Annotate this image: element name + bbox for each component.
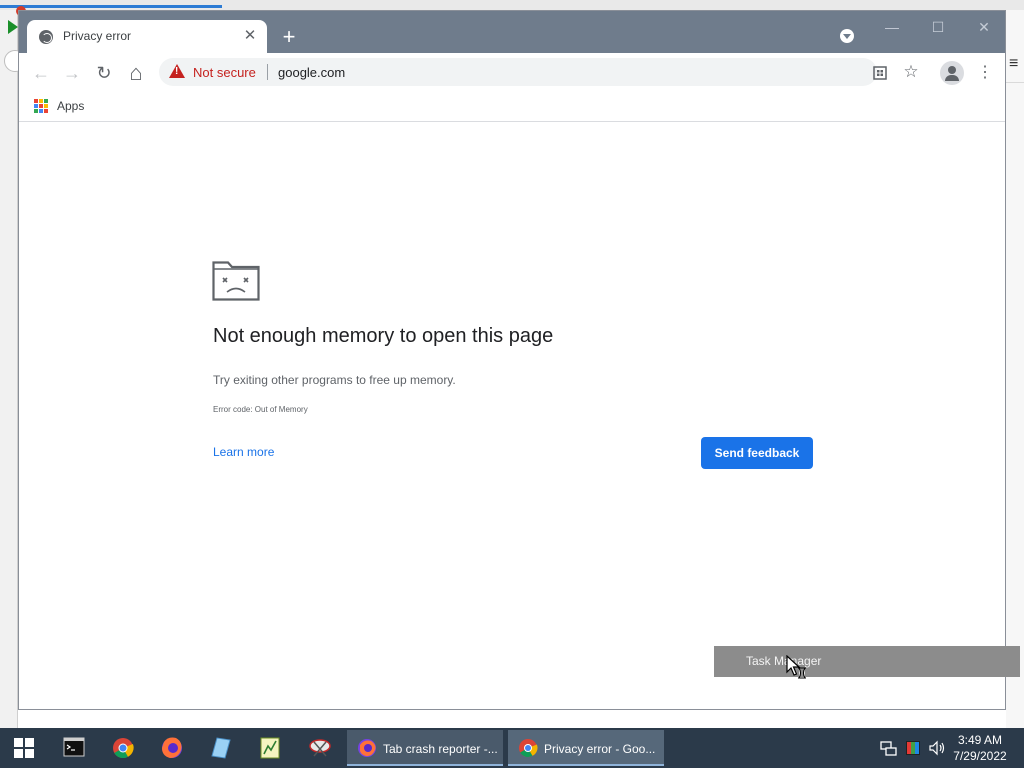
title-bar[interactable]: Privacy error ✕ + — ☐ ✕ xyxy=(19,11,1005,54)
maximize-button[interactable]: ☐ xyxy=(918,17,958,37)
sad-folder-icon xyxy=(212,261,260,301)
apps-grid-icon[interactable] xyxy=(34,99,48,113)
background-window-strip xyxy=(0,0,1024,10)
taskbar-button-label: Privacy error - Goo... xyxy=(544,742,656,756)
taskbar-privacy-error[interactable]: Privacy error - Goo... xyxy=(508,730,664,766)
background-divider xyxy=(1006,82,1024,83)
error-code: Error code: Out of Memory xyxy=(213,405,308,414)
tab-privacy-error[interactable]: Privacy error ✕ xyxy=(27,20,267,54)
error-page: Not enough memory to open this page Try … xyxy=(19,123,1005,709)
network-icon[interactable] xyxy=(878,738,898,758)
close-window-button[interactable]: ✕ xyxy=(964,17,1004,37)
windows-taskbar: Tab crash reporter -... Privacy error - … xyxy=(0,728,1024,768)
tab-title: Privacy error xyxy=(63,29,132,43)
avatar-body xyxy=(945,75,959,81)
bookmark-star-icon[interactable]: ☆ xyxy=(902,63,920,81)
hamburger-menu-icon[interactable]: ≡ xyxy=(1009,55,1018,73)
apps-shortcut[interactable]: Apps xyxy=(57,99,84,113)
background-window-right-edge: ≡ xyxy=(1006,10,1024,728)
browser-window: Privacy error ✕ + — ☐ ✕ ← → ↻ ⌂ Not secu… xyxy=(18,10,1006,710)
start-button[interactable] xyxy=(0,728,48,768)
task-manager-popup[interactable]: Task Manager xyxy=(714,646,1020,677)
command-prompt-icon[interactable] xyxy=(50,728,98,768)
globe-icon xyxy=(39,30,53,44)
error-heading: Not enough memory to open this page xyxy=(213,325,554,347)
reload-button[interactable]: ↻ xyxy=(92,61,116,85)
omnibox-divider xyxy=(267,64,268,80)
new-tab-button[interactable]: + xyxy=(277,25,301,49)
tab-search-dropdown-icon[interactable] xyxy=(840,29,854,43)
color-picker-tray-icon[interactable] xyxy=(903,738,923,758)
address-bar[interactable]: Not secure google.com ☆ xyxy=(159,58,919,86)
volume-icon[interactable] xyxy=(927,738,947,758)
send-feedback-button[interactable]: Send feedback xyxy=(701,437,813,469)
tab-close-icon[interactable]: ✕ xyxy=(241,27,259,45)
security-indicator[interactable]: Not secure xyxy=(193,65,256,80)
firefox-small-icon xyxy=(358,739,376,757)
bookmarks-bar: Apps xyxy=(19,91,1005,122)
avatar-head xyxy=(948,66,956,74)
busy-cursor-icon xyxy=(786,655,806,679)
chrome-icon[interactable] xyxy=(99,728,147,768)
warning-icon[interactable] xyxy=(169,64,185,78)
profile-avatar-icon[interactable] xyxy=(940,61,964,85)
learn-more-link[interactable]: Learn more xyxy=(213,445,274,459)
windows-logo-icon xyxy=(14,738,34,758)
snipping-tool-icon[interactable] xyxy=(296,728,344,768)
error-description: Try exiting other programs to free up me… xyxy=(213,373,456,387)
clock-date: 7/29/2022 xyxy=(953,749,1007,763)
url-text[interactable]: google.com xyxy=(278,65,345,80)
clock-time: 3:49 AM xyxy=(957,733,1003,747)
translate-icon[interactable] xyxy=(871,66,889,84)
browser-toolbar: ← → ↻ ⌂ Not secure google.com ☆ ⋮ xyxy=(19,53,1005,91)
resource-monitor-icon[interactable] xyxy=(246,728,294,768)
firefox-icon[interactable] xyxy=(148,728,196,768)
home-button[interactable]: ⌂ xyxy=(124,61,148,85)
background-window-left-edge xyxy=(0,10,26,728)
forward-button[interactable]: → xyxy=(60,61,84,85)
minimize-button[interactable]: — xyxy=(872,17,912,37)
play-icon xyxy=(8,20,18,34)
paint-3d-icon[interactable] xyxy=(197,728,245,768)
system-clock[interactable]: 3:49 AM 7/29/2022 xyxy=(950,732,1010,764)
background-progress-bar xyxy=(0,5,222,8)
back-button[interactable]: ← xyxy=(29,61,53,85)
chrome-menu-icon[interactable]: ⋮ xyxy=(975,61,995,85)
taskbar-tab-crash-reporter[interactable]: Tab crash reporter -... xyxy=(347,730,503,766)
task-manager-label[interactable]: Task Manager xyxy=(746,654,821,668)
taskbar-button-label: Tab crash reporter -... xyxy=(383,742,498,756)
chrome-small-icon xyxy=(519,739,538,758)
